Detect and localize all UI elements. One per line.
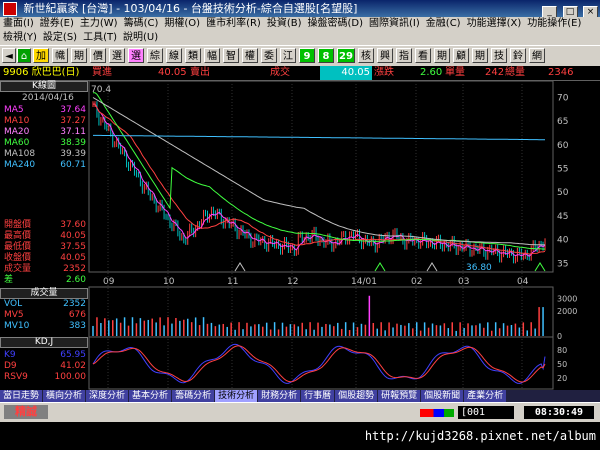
price-tick-label: 40 xyxy=(557,236,569,246)
technical-chart[interactable]: 70 65 60 55 50 45 40 35 09 10 11 12 14/01 02 03 04 70.4 3… xyxy=(0,0,600,390)
bottom-tab[interactable]: 個股新聞 xyxy=(421,390,464,402)
price-tick-label: 60 xyxy=(557,141,569,151)
price-tick-label: 55 xyxy=(557,165,568,175)
signal-triangle xyxy=(374,262,386,272)
price-tick-label: 45 xyxy=(557,212,568,222)
peak-label: 70.4 xyxy=(91,85,111,95)
status-bar: 精誠 [001 08:30:49 xyxy=(0,402,600,423)
kd-tick-label: 80 xyxy=(557,346,567,355)
bottom-tab[interactable]: 當日走勢 xyxy=(0,390,43,402)
bottom-tab[interactable]: 財務分析 xyxy=(258,390,301,402)
kd-tick-label: 20 xyxy=(557,374,567,383)
signal-indicator xyxy=(420,409,454,417)
bottom-tab[interactable]: 籌碼分析 xyxy=(172,390,215,402)
date-tick-label: 03 xyxy=(458,277,469,287)
bottom-tab-bar: 當日走勢 橫向分析 深度分析 基本分析 籌碼分析 技術分析 財務分析 行事曆 個股趨勢 研報預覽個… xyxy=(0,390,600,402)
kd-tick-label: 50 xyxy=(557,360,567,369)
date-tick-label: 12 xyxy=(287,277,298,287)
price-tick-label: 65 xyxy=(557,117,568,127)
price-tick-label: 50 xyxy=(557,188,569,198)
volume-tick-label: 0 xyxy=(557,332,562,341)
k-line xyxy=(92,343,546,384)
bottom-tab[interactable]: 橫向分析 xyxy=(43,390,86,402)
volume-tick-label: 2000 xyxy=(557,307,577,316)
bottom-tab[interactable]: 研報預覽 xyxy=(378,390,421,402)
date-tick-label: 02 xyxy=(411,277,422,287)
bottom-tab[interactable]: 深度分析 xyxy=(86,390,129,402)
bottom-tab[interactable]: 基本分析 xyxy=(129,390,172,402)
clock: 08:30:49 xyxy=(524,406,594,419)
ma20-line xyxy=(93,103,546,255)
code-field[interactable]: [001 xyxy=(458,406,514,419)
bottom-tab[interactable]: 產業分析 xyxy=(464,390,507,402)
price-tick-label: 70 xyxy=(557,93,569,103)
low-label: 36.80 xyxy=(466,263,492,273)
bottom-tab[interactable]: 行事曆 xyxy=(301,390,335,402)
date-tick-label: 11 xyxy=(227,277,238,287)
signal-triangle xyxy=(534,262,546,272)
watermark-url: http://kujd3268.pixnet.net/album xyxy=(0,422,600,450)
d-line xyxy=(92,345,546,383)
date-tick-label: 09 xyxy=(103,277,115,287)
ma60-line xyxy=(93,92,546,250)
signal-triangle xyxy=(426,262,438,272)
ma5-line xyxy=(93,103,546,257)
date-tick-label: 04 xyxy=(517,277,529,287)
bottom-tab[interactable]: 個股趨勢 xyxy=(335,390,378,402)
bottom-tab[interactable]: 技術分析 xyxy=(215,390,258,402)
date-tick-label: 14/01 xyxy=(351,277,377,287)
broker-label: 精誠 xyxy=(4,405,48,419)
price-tick-label: 35 xyxy=(557,259,568,269)
signal-triangle xyxy=(234,262,246,272)
volume-tick-label: 3000 xyxy=(557,294,577,303)
date-tick-label: 10 xyxy=(163,277,175,287)
ma108-line xyxy=(92,97,546,246)
